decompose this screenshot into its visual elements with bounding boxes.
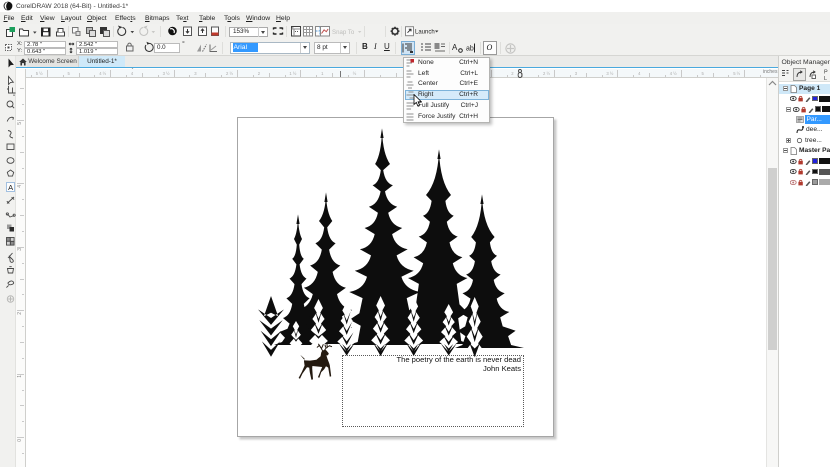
- svg-text:Snap To: Snap To: [332, 29, 355, 36]
- svg-text:A: A: [452, 43, 458, 52]
- svg-text:A: A: [8, 183, 13, 192]
- svg-text:ab: ab: [466, 46, 474, 53]
- svg-text:P: P: [824, 70, 828, 76]
- svg-text:Launch: Launch: [415, 30, 435, 36]
